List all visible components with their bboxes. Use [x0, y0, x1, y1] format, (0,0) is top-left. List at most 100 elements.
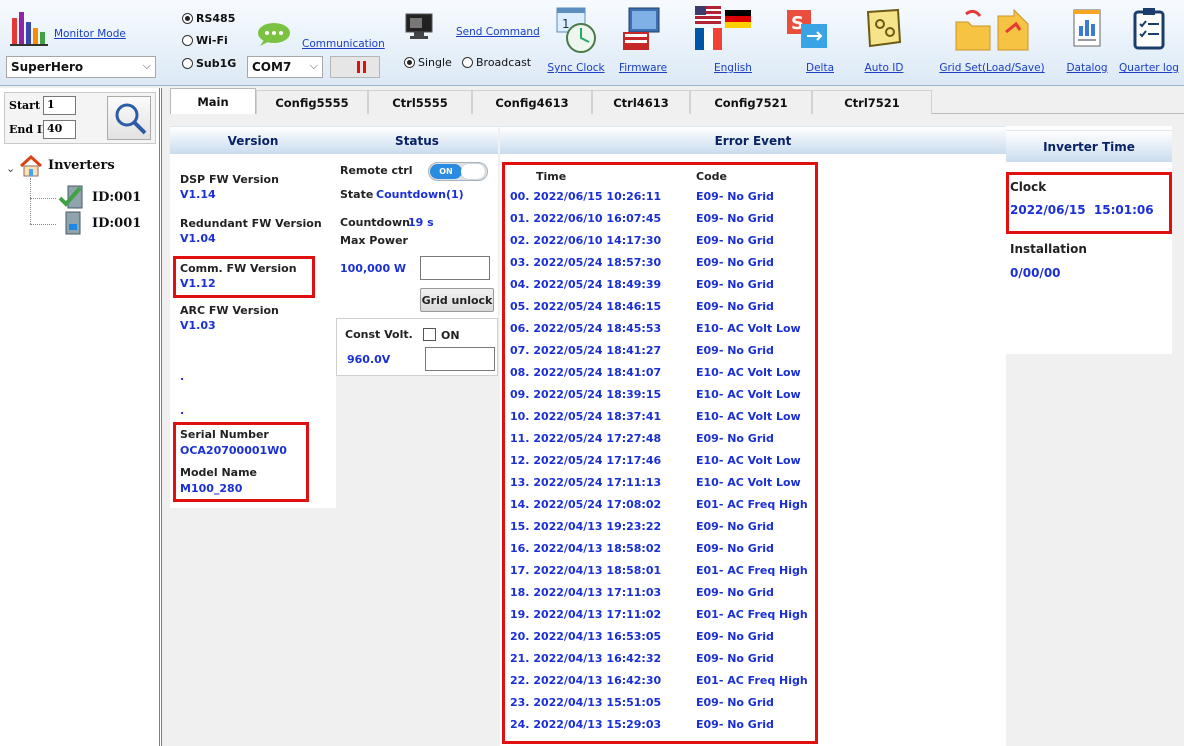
error-event-row: 24. 2022/04/13 15:29:03 E09- No Grid	[500, 716, 820, 736]
id-range-box: Start ID 1 End ID 40	[4, 92, 156, 144]
error-event-time: 21. 2022/04/13 16:42:32	[510, 652, 662, 665]
error-event-code: E01- AC Freq High	[696, 608, 808, 621]
auto-id-button[interactable]: Auto ID	[856, 4, 912, 80]
const-volt-input[interactable]	[425, 347, 495, 371]
radio-wifi[interactable]: Wi-Fi	[182, 34, 228, 47]
auto-id-label: Auto ID	[864, 62, 904, 74]
tab-config4613[interactable]: Config4613	[472, 90, 592, 114]
error-event-time: 09. 2022/05/24 18:39:15	[510, 388, 662, 401]
error-event-row: 13. 2022/05/24 17:11:13 E10- AC Volt Low	[500, 474, 820, 494]
firmware-label: Firmware	[618, 62, 668, 74]
delta-switch-icon: S	[787, 10, 827, 48]
tree-root-inverters[interactable]: Inverters	[48, 158, 115, 173]
dsp-fw-label: DSP FW Version	[180, 173, 279, 186]
end-id-input[interactable]: 40	[43, 120, 76, 139]
col-time-header: Time	[536, 170, 567, 183]
radio-single[interactable]: Single	[404, 56, 452, 69]
status-panel: Status Remote ctrl ON State Countdown(1)…	[336, 126, 498, 376]
grid-set-button[interactable]: Grid Set(Load/Save)	[936, 4, 1048, 80]
tab-main[interactable]: Main	[170, 88, 256, 114]
radio-dot-selected	[404, 57, 415, 68]
error-event-code: E01- AC Freq High	[696, 498, 808, 511]
delta-button[interactable]: S Delta	[770, 4, 842, 80]
error-event-row: 06. 2022/05/24 18:45:53 E10- AC Volt Low	[500, 320, 820, 340]
error-event-row: 21. 2022/04/13 16:42:32 E09- No Grid	[500, 650, 820, 670]
send-command-link[interactable]: Send Command	[456, 26, 540, 38]
serial-number-value: OCA20700001W0	[180, 444, 287, 457]
error-event-code: E10- AC Volt Low	[696, 476, 801, 489]
pause-icon	[357, 61, 366, 73]
error-event-row: 08. 2022/05/24 18:41:07 E10- AC Volt Low	[500, 364, 820, 384]
tree-item[interactable]: ID:001	[92, 190, 141, 205]
chat-bubble-icon	[258, 23, 290, 46]
tab-ctrl7521[interactable]: Ctrl7521	[812, 90, 932, 114]
error-event-code: E09- No Grid	[696, 212, 774, 225]
sync-clock-button[interactable]: 1 Sync Clock	[547, 4, 605, 80]
language-english-button[interactable]: English	[688, 4, 758, 80]
countdown-label: Countdown	[340, 216, 410, 229]
model-name-label: Model Name	[180, 466, 257, 479]
error-event-code: E09- No Grid	[696, 542, 774, 555]
start-id-input[interactable]: 1	[43, 96, 76, 115]
error-event-row: 03. 2022/05/24 18:57:30 E09- No Grid	[500, 254, 820, 274]
const-volt-box: Const Volt. ON 960.0V	[336, 318, 498, 376]
tab-ctrl4613[interactable]: Ctrl4613	[592, 90, 690, 114]
search-button[interactable]	[107, 96, 151, 140]
monitor-mode-button[interactable]: Monitor Mode	[6, 4, 156, 54]
radio-rs485[interactable]: RS485	[182, 12, 235, 25]
error-event-row: 15. 2022/04/13 19:23:22 E09- No Grid	[500, 518, 820, 538]
error-event-code: E01- AC Freq High	[696, 564, 808, 577]
installation-label: Installation	[1010, 242, 1087, 256]
chevron-down-icon: ⌵	[309, 59, 318, 72]
error-event-code: E09- No Grid	[696, 652, 774, 665]
tab-config7521[interactable]: Config7521	[690, 90, 812, 114]
english-label: English	[714, 62, 752, 74]
installation-value: 0/00/00	[1010, 266, 1061, 280]
radio-dot-selected	[182, 13, 193, 24]
error-event-row: 14. 2022/05/24 17:08:02 E01- AC Freq High	[500, 496, 820, 516]
datalog-button[interactable]: Datalog	[1062, 4, 1112, 80]
error-event-time: 16. 2022/04/13 18:58:02	[510, 542, 662, 555]
firmware-button[interactable]: Firmware	[612, 4, 674, 80]
error-event-code: E09- No Grid	[696, 586, 774, 599]
grid-set-label: Grid Set(Load/Save)	[939, 62, 1045, 74]
max-power-input[interactable]	[420, 256, 490, 280]
radio-sub1g[interactable]: Sub1G	[182, 57, 236, 70]
error-event-time: 13. 2022/05/24 17:11:13	[510, 476, 662, 489]
error-event-code: E09- No Grid	[696, 278, 774, 291]
error-event-row: 22. 2022/04/13 16:42:30 E01- AC Freq High	[500, 672, 820, 692]
error-event-time: 17. 2022/04/13 18:58:01	[510, 564, 662, 577]
inverter-time-header: Inverter Time	[1006, 130, 1172, 162]
pause-button[interactable]	[330, 56, 380, 78]
countdown-value: 19 s	[408, 216, 434, 229]
error-event-row: 00. 2022/06/15 10:26:11 E09- No Grid	[500, 188, 820, 208]
comm-fw-label: Comm. FW Version	[180, 262, 297, 275]
radio-broadcast[interactable]: Broadcast	[462, 56, 531, 69]
error-event-code: E10- AC Volt Low	[696, 454, 801, 467]
quarter-log-button[interactable]: Quarter log	[1116, 4, 1182, 80]
model-name-value: M100_280	[180, 482, 243, 495]
max-power-label: Max Power	[340, 234, 408, 247]
auto-id-icon	[866, 8, 902, 48]
error-event-time: 24. 2022/04/13 15:29:03	[510, 718, 662, 731]
app-window: Monitor Mode SuperHero ⌵ RS485 Wi-Fi Sub…	[0, 0, 1184, 746]
tree-item[interactable]: ID:001	[92, 216, 141, 231]
grid-unlock-button[interactable]: Grid unlock	[420, 288, 494, 312]
communication-link[interactable]: Communication	[302, 38, 385, 50]
hero-select[interactable]: SuperHero ⌵	[6, 56, 156, 78]
error-event-time: 12. 2022/05/24 17:17:46	[510, 454, 662, 467]
com-port-select[interactable]: COM7 ⌵	[247, 56, 323, 78]
firmware-computer-icon	[623, 7, 660, 50]
tab-config5555[interactable]: Config5555	[256, 90, 368, 114]
chevron-down-icon[interactable]: ⌄	[6, 162, 15, 175]
version-header: Version	[170, 126, 336, 154]
radio-dot	[462, 57, 473, 68]
serial-number-label: Serial Number	[180, 428, 269, 441]
error-event-time: 14. 2022/05/24 17:08:02	[510, 498, 662, 511]
remote-ctrl-toggle[interactable]: ON	[428, 162, 488, 181]
comm-fw-value: V1.12	[180, 277, 216, 290]
const-volt-checkbox[interactable]	[423, 328, 436, 341]
tab-ctrl5555[interactable]: Ctrl5555	[368, 90, 472, 114]
calendar-clock-icon: 1	[556, 7, 596, 53]
tree-connector	[30, 224, 56, 225]
